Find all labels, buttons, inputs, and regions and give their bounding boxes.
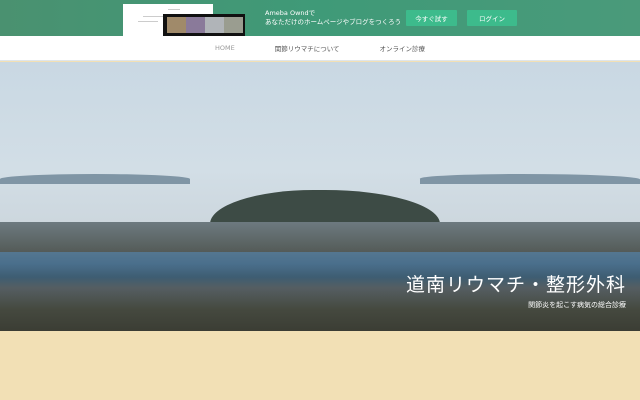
banner-text: Ameba Owndで あなただけのホームページやブログをつくろう: [265, 9, 401, 27]
city-view: [0, 222, 640, 252]
try-now-button[interactable]: 今すぐ試す: [406, 10, 457, 26]
ameba-ownd-banner: Ameba Owndで あなただけのホームページやブログをつくろう 今すぐ試す …: [0, 0, 640, 36]
distant-mountains-right: [420, 174, 640, 184]
login-button[interactable]: ログイン: [467, 10, 517, 26]
site-preview-photos: [163, 14, 245, 36]
hero-subtitle: 関節炎を起こす病気の総合診療: [528, 301, 626, 309]
mount-hakodate: [210, 190, 440, 224]
nav-about-rheumatism[interactable]: 関節リウマチについて: [275, 43, 340, 53]
nav-home[interactable]: HOME: [215, 44, 235, 52]
hero-title: 道南リウマチ・整形外科: [405, 274, 626, 296]
banner-line1: Ameba Owndで: [265, 9, 316, 17]
main-nav: HOME 関節リウマチについて オンライン診療: [0, 36, 640, 61]
banner-line2: あなただけのホームページやブログをつくろう: [265, 18, 402, 26]
nav-online-consultation[interactable]: オンライン診療: [380, 43, 426, 53]
hero-image: 道南リウマチ・整形外科 関節炎を起こす病気の総合診療: [0, 62, 640, 331]
distant-mountains: [0, 174, 190, 184]
